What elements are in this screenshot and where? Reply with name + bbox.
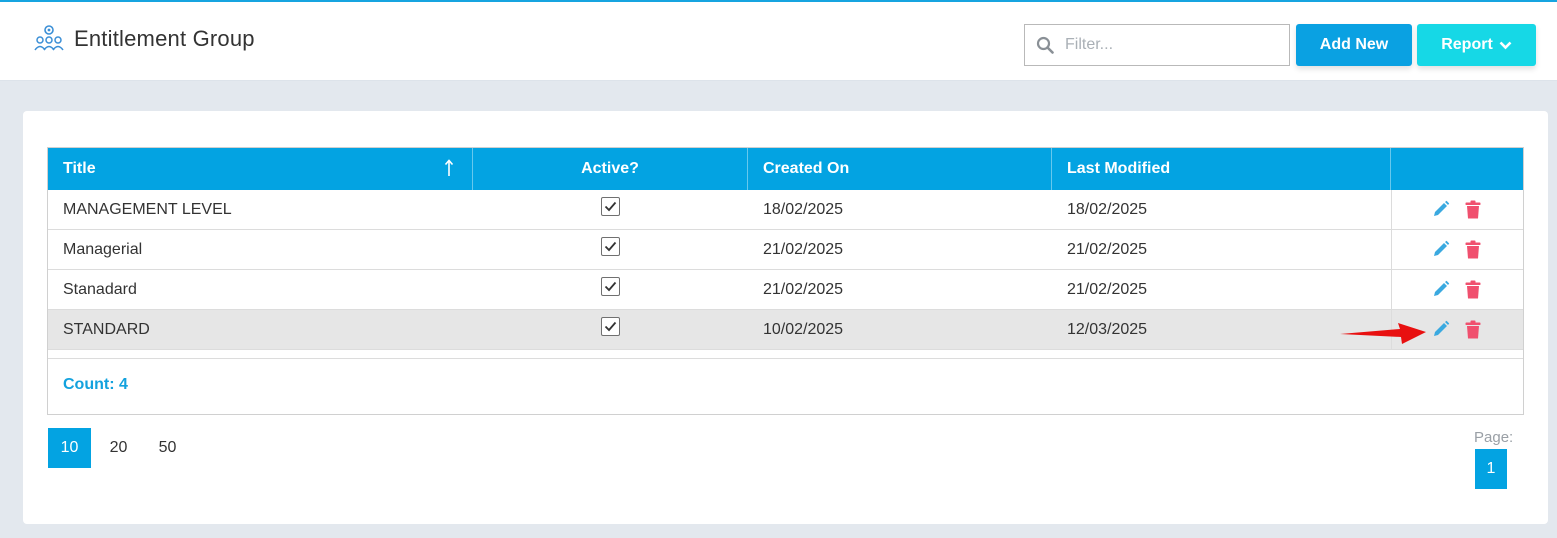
search-icon	[1036, 36, 1054, 54]
active-checkbox[interactable]	[601, 317, 620, 337]
report-button-label: Report	[1441, 36, 1493, 53]
filter-box[interactable]	[1024, 24, 1290, 66]
pencil-icon[interactable]	[1432, 200, 1450, 218]
active-checkbox[interactable]	[601, 277, 620, 297]
page-label: Page:	[1474, 429, 1514, 446]
cell-active	[473, 270, 748, 309]
pencil-icon[interactable]	[1432, 320, 1450, 338]
column-header-actions	[1391, 148, 1523, 190]
active-checkbox[interactable]	[601, 197, 620, 217]
active-checkbox[interactable]	[601, 237, 620, 257]
report-button[interactable]: Report	[1417, 24, 1536, 66]
trash-icon[interactable]	[1465, 240, 1481, 259]
page-title: Entitlement Group	[74, 26, 255, 51]
table-row[interactable]: MANAGEMENT LEVEL 18/02/2025 18/02/2025	[48, 190, 1523, 230]
cell-title: STANDARD	[63, 321, 150, 338]
cell-active	[473, 230, 748, 269]
cell-created-on: 18/02/2025	[763, 201, 844, 218]
pencil-icon[interactable]	[1432, 280, 1450, 298]
trash-icon[interactable]	[1465, 320, 1481, 339]
cell-actions	[1391, 190, 1523, 229]
trash-icon[interactable]	[1465, 280, 1481, 299]
cell-last-modified: 21/02/2025	[1067, 241, 1148, 258]
page-header: Entitlement Group Add New Report	[0, 2, 1557, 81]
check-icon	[604, 322, 617, 332]
filter-input[interactable]	[1065, 31, 1280, 59]
add-new-button[interactable]: Add New	[1296, 24, 1412, 66]
group-settings-icon	[34, 25, 64, 51]
cell-created-on: 21/02/2025	[763, 241, 844, 258]
column-header-title-label: Title	[63, 160, 96, 177]
cell-title: Stanadard	[63, 281, 137, 298]
cell-title: MANAGEMENT LEVEL	[63, 201, 232, 218]
trash-icon[interactable]	[1465, 200, 1481, 219]
table-header: Title Active? Created On Last Modified	[48, 148, 1523, 190]
column-header-active[interactable]: Active?	[473, 148, 748, 190]
record-count: Count: 4	[63, 376, 128, 393]
cell-active	[473, 310, 748, 349]
check-icon	[604, 282, 617, 292]
page-button-1[interactable]: 1	[1475, 449, 1507, 489]
sort-ascending-icon[interactable]	[444, 158, 454, 178]
page-size-10[interactable]: 10	[48, 428, 91, 468]
pencil-icon[interactable]	[1432, 240, 1450, 258]
cell-actions	[1391, 230, 1523, 269]
cell-last-modified: 21/02/2025	[1067, 281, 1148, 298]
page-size-20[interactable]: 20	[97, 428, 140, 468]
check-icon	[604, 202, 617, 212]
content-card: Title Active? Created On Last Modified M…	[23, 111, 1548, 524]
column-header-created-on[interactable]: Created On	[748, 148, 1052, 190]
cell-active	[473, 190, 748, 229]
column-header-last-modified[interactable]: Last Modified	[1052, 148, 1391, 190]
cell-created-on: 10/02/2025	[763, 321, 844, 338]
table-row[interactable]: STANDARD 10/02/2025 12/03/2025	[48, 310, 1523, 350]
cell-title: Managerial	[63, 241, 143, 258]
cell-actions	[1391, 270, 1523, 309]
chevron-down-icon	[1499, 41, 1512, 49]
cell-last-modified: 18/02/2025	[1067, 201, 1148, 218]
column-header-title[interactable]: Title	[48, 148, 473, 190]
cell-created-on: 21/02/2025	[763, 281, 844, 298]
grid-footer-separator	[48, 358, 1523, 359]
annotation-arrow-icon	[1340, 323, 1426, 344]
data-grid: Title Active? Created On Last Modified M…	[47, 147, 1524, 415]
table-row[interactable]: Stanadard 21/02/2025 21/02/2025	[48, 270, 1523, 310]
page-size-50[interactable]: 50	[146, 428, 189, 468]
check-icon	[604, 242, 617, 252]
table-row[interactable]: Managerial 21/02/2025 21/02/2025	[48, 230, 1523, 270]
